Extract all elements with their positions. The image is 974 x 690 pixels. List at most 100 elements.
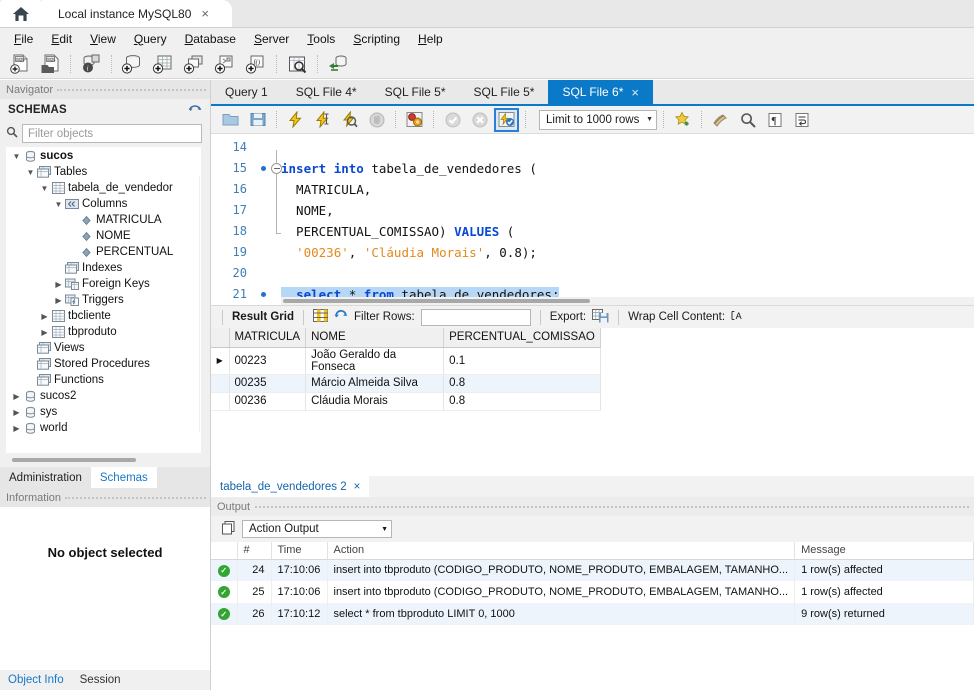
row-limit-select[interactable]: Limit to 1000 rows ▼ [539, 109, 657, 130]
table-row[interactable]: 00236 Cláudia Morais 0.8 [211, 392, 601, 411]
menu-query[interactable]: Query [126, 30, 175, 48]
explain-icon[interactable] [337, 108, 362, 132]
sql-code-editor[interactable]: 14 15 16 17 18 19 20 21 insert into tabela_de_v… [211, 134, 974, 306]
tree-node-stored-procedures[interactable]: Stored Procedures [7, 356, 200, 372]
cell-percentual-comissao[interactable]: 0.8 [443, 392, 601, 411]
cell-matricula[interactable]: 00223 [229, 347, 307, 375]
new-view-icon[interactable] [179, 51, 209, 77]
tab-session[interactable]: Session [72, 670, 129, 690]
close-icon[interactable]: × [201, 7, 209, 20]
tab-schemas[interactable]: Schemas [90, 467, 157, 488]
find-icon[interactable] [708, 108, 733, 132]
editor-tab-query-1[interactable]: Query 1 [211, 80, 282, 104]
menu-file[interactable]: File [6, 30, 41, 48]
menu-database[interactable]: Database [177, 30, 244, 48]
editor-tab-sql-file-6-[interactable]: SQL File 6* × [548, 80, 653, 104]
new-sql-tab-icon[interactable]: SQL [4, 51, 34, 77]
tree-node-functions[interactable]: Functions [7, 372, 200, 388]
code-line[interactable]: MATRICULA, [281, 179, 974, 200]
expand-toggle-icon[interactable]: ▼ [11, 152, 22, 161]
new-procedure-icon[interactable] [210, 51, 240, 77]
expand-toggle-icon[interactable]: ▶ [39, 328, 50, 337]
expand-toggle-icon[interactable]: ▼ [39, 184, 50, 193]
save-file-icon[interactable] [245, 108, 270, 132]
tree-node-foreign-keys[interactable]: ▶ Foreign Keys [7, 276, 200, 292]
tab-administration[interactable]: Administration [0, 467, 91, 488]
output-mode-select[interactable]: Action Output ▼ [242, 520, 392, 538]
menu-scripting[interactable]: Scripting [345, 30, 408, 48]
close-icon[interactable]: × [631, 85, 639, 100]
output-row[interactable]: ✓ 24 17:10:06 insert into tbproduto (CODIGO… [211, 559, 974, 581]
filter-objects-input[interactable] [22, 124, 202, 143]
copy-icon[interactable] [221, 520, 236, 538]
autocommit-icon[interactable] [494, 107, 519, 132]
home-button[interactable] [0, 0, 42, 27]
menu-tools[interactable]: Tools [299, 30, 343, 48]
result-grid[interactable]: MATRICULA NOME PERCENTUAL_COMISSAO ▶ 00223 J… [211, 328, 974, 476]
close-icon[interactable]: × [354, 481, 361, 493]
tab-object-info[interactable]: Object Info [0, 670, 72, 690]
menu-edit[interactable]: Edit [43, 30, 80, 48]
code-line[interactable] [281, 263, 974, 284]
line-marker[interactable] [255, 200, 281, 221]
tree-node-matricula[interactable]: MATRICULA [7, 212, 200, 228]
tree-node-nome[interactable]: NOME [7, 228, 200, 244]
tree-node-columns[interactable]: ▼ Columns [7, 196, 200, 212]
new-table-icon[interactable] [148, 51, 178, 77]
expand-toggle-icon[interactable]: ▶ [11, 392, 22, 401]
output-row[interactable]: ✓ 26 17:10:12 select * from tbproduto LIMIT… [211, 603, 974, 625]
execute-icon[interactable] [283, 108, 308, 132]
wrap-lines-icon[interactable] [789, 108, 814, 132]
marker-gutter[interactable] [255, 134, 282, 305]
tree-node-tabela-de-vendedor[interactable]: ▼ tabela_de_vendedor [7, 180, 200, 196]
editor-tab-sql-file-5-[interactable]: SQL File 5* [370, 80, 460, 104]
new-schema-icon[interactable] [117, 51, 147, 77]
cell-matricula[interactable]: 00236 [229, 392, 307, 411]
cell-nome[interactable]: João Geraldo da Fonseca [305, 347, 445, 375]
output-table-wrap[interactable]: # Time Action Message ✓ 24 17:10:06 insert int… [211, 542, 974, 690]
cell-nome[interactable]: Cláudia Morais [305, 392, 445, 411]
tree-node-tbcliente[interactable]: ▶ tbcliente [7, 308, 200, 324]
grid-col-matricula[interactable]: MATRICULA [229, 328, 307, 348]
grid-col-nome[interactable]: NOME [305, 328, 445, 348]
menu-help[interactable]: Help [410, 30, 451, 48]
output-col-message[interactable]: Message [794, 542, 974, 560]
tree-node-triggers[interactable]: ▶ Triggers [7, 292, 200, 308]
refresh-icon[interactable] [188, 103, 202, 118]
line-marker[interactable] [255, 179, 281, 200]
code-content[interactable]: insert into tabela_de_vendedores ( MATRI… [281, 134, 974, 305]
tree-node-indexes[interactable]: Indexes [7, 260, 200, 276]
tree-node-percentual[interactable]: PERCENTUAL [7, 244, 200, 260]
filter-rows-input[interactable] [420, 308, 531, 326]
line-marker[interactable] [255, 263, 281, 284]
cell-matricula[interactable]: 00235 [229, 374, 307, 393]
output-col-num[interactable]: # [237, 542, 272, 560]
inspect-schema-icon[interactable] [282, 51, 312, 77]
toggle-invisible-icon[interactable]: ¶ [762, 108, 787, 132]
menu-server[interactable]: Server [246, 30, 297, 48]
search-icon[interactable] [735, 108, 760, 132]
connection-info-icon[interactable]: i [76, 51, 106, 77]
beautify-icon[interactable] [670, 108, 695, 132]
code-line[interactable]: '00236', 'Cláudia Morais', 0.8); [281, 242, 974, 263]
toggle-breakpoints-icon[interactable] [402, 108, 427, 132]
open-file-icon[interactable] [218, 108, 243, 132]
fold-toggle-icon[interactable] [271, 163, 282, 174]
instance-tab[interactable]: Local instance MySQL80 × [42, 0, 232, 27]
editor-tab-sql-file-4-[interactable]: SQL File 4* [281, 80, 371, 104]
tree-node-sucos2[interactable]: ▶ sucos2 [7, 388, 200, 404]
line-marker[interactable] [255, 284, 281, 305]
tree-hscrollbar[interactable] [6, 455, 201, 464]
open-sql-script-icon[interactable]: SQL [35, 51, 65, 77]
code-line[interactable]: insert into tabela_de_vendedores ( [281, 158, 974, 179]
expand-toggle-icon[interactable]: ▶ [53, 280, 64, 289]
code-line[interactable]: PERCENTUAL_COMISSAO) VALUES ( [281, 221, 974, 242]
output-col-action[interactable]: Action [327, 542, 796, 560]
output-row[interactable]: ✓ 25 17:10:06 insert into tbproduto (CODIGO… [211, 581, 974, 603]
tree-node-tbproduto[interactable]: ▶ tbproduto [7, 324, 200, 340]
new-function-icon[interactable]: f() [241, 51, 271, 77]
cell-percentual-comissao[interactable]: 0.8 [443, 374, 601, 393]
code-line[interactable]: NOME, [281, 200, 974, 221]
tree-node-sys[interactable]: ▶ sys [7, 404, 200, 420]
expand-toggle-icon[interactable]: ▶ [53, 296, 64, 305]
